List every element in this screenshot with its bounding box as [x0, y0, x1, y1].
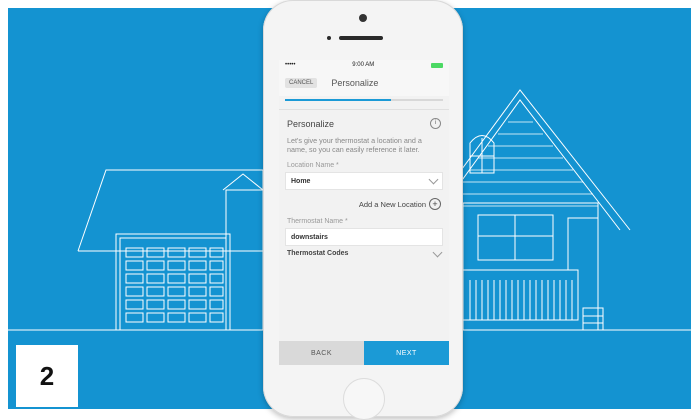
- location-value: Home: [291, 177, 311, 185]
- thermostat-codes-toggle[interactable]: Thermostat Codes: [287, 247, 443, 257]
- divider: [279, 109, 449, 110]
- bottom-action-bar: BACK NEXT: [279, 341, 449, 365]
- section-title: Personalize: [287, 118, 335, 129]
- thermostat-name-label: Thermostat Name *: [287, 218, 348, 225]
- status-bar: ••••• 9:00 AM: [279, 60, 449, 70]
- speaker-grille: [339, 36, 383, 40]
- app-screen: ••••• 9:00 AM CANCEL Personalize Persona…: [279, 60, 449, 365]
- add-location-label: Add a New Location: [358, 199, 426, 209]
- location-select[interactable]: Home: [285, 172, 443, 190]
- next-button[interactable]: NEXT: [364, 341, 449, 365]
- section-header: Personalize i: [287, 118, 441, 129]
- chevron-down-icon: [432, 247, 443, 257]
- sensor-dot: [327, 36, 331, 40]
- status-time: 9:00 AM: [352, 62, 375, 68]
- back-button[interactable]: BACK: [279, 341, 364, 365]
- camera-icon: [359, 14, 367, 22]
- cancel-button[interactable]: CANCEL: [285, 78, 318, 88]
- battery-icon: [431, 62, 443, 68]
- thermostat-codes-label: Thermostat Codes: [287, 250, 349, 257]
- location-label: Location Name *: [287, 162, 339, 169]
- add-location-link[interactable]: Add a New Location +: [287, 198, 441, 210]
- phone-mockup: ••••• 9:00 AM CANCEL Personalize Persona…: [263, 0, 463, 420]
- signal-icon: •••••: [285, 62, 296, 68]
- progress-fill: [285, 99, 391, 101]
- chevron-down-icon: [428, 174, 439, 185]
- info-icon[interactable]: i: [430, 118, 441, 129]
- plus-circle-icon: +: [429, 198, 441, 210]
- nav-bar: CANCEL Personalize: [279, 70, 449, 96]
- progress-bar: [285, 99, 443, 101]
- home-button[interactable]: [343, 378, 385, 420]
- step-number-badge: 2: [16, 345, 78, 407]
- nav-title: Personalize: [331, 78, 379, 88]
- thermostat-name-input[interactable]: downstairs: [285, 228, 443, 246]
- section-description: Let's give your thermostat a location an…: [287, 136, 422, 154]
- thermostat-name-value: downstairs: [291, 233, 328, 241]
